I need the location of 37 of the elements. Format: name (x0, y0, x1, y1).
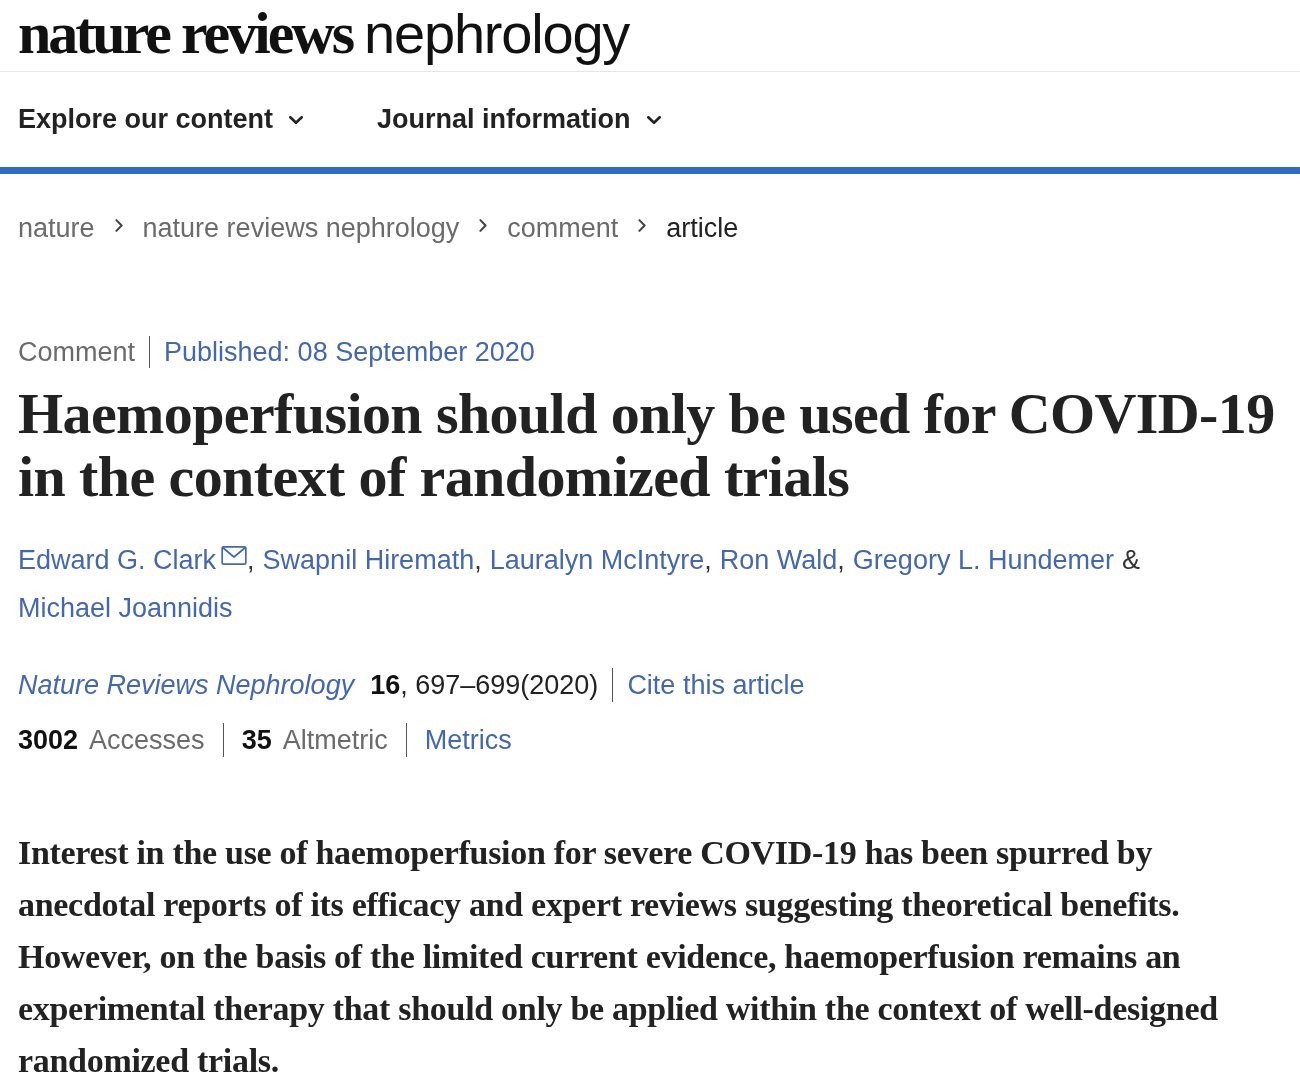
metric-count: 3002 (18, 724, 79, 757)
breadcrumb-link[interactable]: nature reviews nephrology (142, 212, 460, 244)
publication-date: Published: 08 September 2020 (164, 336, 535, 368)
metric-label: Altmetric (282, 724, 388, 757)
page-range: , 697–699(2020) (400, 669, 599, 702)
nav-dropdown-button[interactable]: Explore our content (18, 99, 304, 140)
author-conjunction: & (1122, 544, 1140, 577)
author-link[interactable]: Michael Joannidis (18, 584, 233, 632)
volume-number: 16 (370, 669, 401, 702)
author-separator: , (704, 544, 712, 577)
article-abstract: Interest in the use of haemoperfusion for severe COVID-19 has been spurred by anecdotal reports of its efficacy and expert reviews suggesting theoretical benefits. However, on the basis of the limited current evidence, haemoperfusion remains an experimental therapy that should only be applied within the context of well-designed randomized trials. (18, 833, 1219, 1081)
author-link[interactable]: Edward G. Clark (18, 536, 217, 584)
chevron-right-icon (479, 218, 488, 232)
chevron-right-icon (114, 218, 123, 232)
journal-logo[interactable]: nature reviews nephrology (18, 0, 630, 68)
journal-title: Nature Reviews Nephrology (18, 669, 355, 702)
cite-article-link[interactable]: Cite this article (627, 667, 805, 703)
breadcrumb-current-page: article (666, 212, 739, 244)
author-link[interactable]: Ron Wald (719, 536, 838, 584)
chevron-down-icon (289, 115, 304, 124)
author-link[interactable]: Gregory L. Hundemer (852, 536, 1114, 584)
author-link[interactable]: Lauralyn McIntyre (489, 536, 705, 584)
nav-dropdown-button[interactable]: Journal information (377, 99, 661, 140)
breadcrumb-link[interactable]: nature (18, 212, 95, 244)
article-title: Haemoperfusion should only be used for COVID-19 in the context of randomized trials (18, 382, 1276, 508)
author-separator: , (474, 544, 482, 577)
metrics-link[interactable]: Metrics (424, 722, 512, 758)
author-separator: , (247, 544, 255, 577)
chevron-down-icon (646, 115, 661, 124)
chevron-right-icon (638, 218, 647, 232)
metric-count: 35 (241, 724, 272, 757)
article-type: Comment (18, 336, 136, 368)
breadcrumb-link[interactable]: comment (507, 212, 619, 244)
author-separator: , (837, 544, 845, 577)
metric-label: Accesses (89, 724, 205, 757)
envelope-icon[interactable] (221, 545, 248, 565)
author-link[interactable]: Swapnil Hiremath (262, 536, 475, 584)
